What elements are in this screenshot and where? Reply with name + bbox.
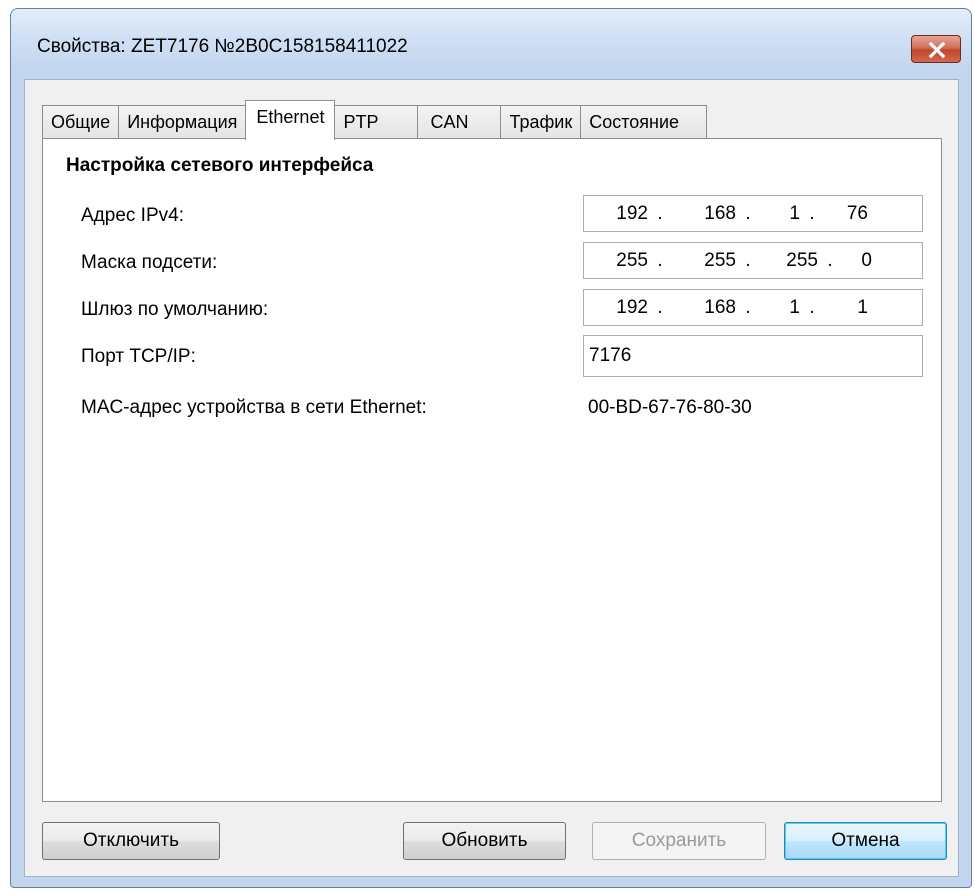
octet-separator: . xyxy=(809,296,815,318)
gateway-octet[interactable]: 192 xyxy=(584,297,648,319)
disconnect-button[interactable]: Отключить xyxy=(42,822,220,860)
ipv4-address-field[interactable]: 192 . 168 . 1 . 76 xyxy=(583,195,923,232)
mac-address-label: MAC-адрес устройства в сети Ethernet: xyxy=(81,397,427,418)
ipv4-octet[interactable]: 1 xyxy=(760,203,800,225)
tcp-port-input[interactable]: 7176 xyxy=(583,335,923,377)
gateway-label: Шлюз по умолчанию: xyxy=(81,299,269,320)
gateway-octet[interactable]: 168 xyxy=(672,297,736,319)
octet-separator: . xyxy=(657,249,663,271)
octet-separator: . xyxy=(657,202,663,224)
subnet-mask-label: Маска подсети: xyxy=(81,252,218,273)
tab-status[interactable]: Состояние xyxy=(580,105,708,139)
properties-dialog: Свойства: ZET7176 №2B0C158158411022 Общи… xyxy=(10,8,972,888)
close-button[interactable] xyxy=(911,35,961,63)
octet-separator: . xyxy=(745,249,751,271)
tab-general[interactable]: Общие xyxy=(42,105,120,139)
tab-can[interactable]: CAN xyxy=(417,105,502,139)
tab-label: Общие xyxy=(51,112,111,132)
mask-octet[interactable]: 255 xyxy=(760,250,818,272)
tab-label: PTP xyxy=(343,112,379,132)
title-bar[interactable]: Свойства: ZET7176 №2B0C158158411022 xyxy=(11,9,971,71)
close-icon xyxy=(928,42,946,58)
octet-separator: . xyxy=(745,296,751,318)
octet-separator: . xyxy=(809,202,815,224)
tab-strip: Общие Информация Ethernet PTP CAN Трафик… xyxy=(42,100,708,140)
ethernet-panel: Настройка сетевого интерфейса Адрес IPv4… xyxy=(42,138,942,802)
default-gateway-field[interactable]: 192 . 168 . 1 . 1 xyxy=(583,289,923,326)
subnet-mask-field[interactable]: 255 . 255 . 255 . 0 xyxy=(583,242,923,279)
mask-octet[interactable]: 255 xyxy=(672,250,736,272)
octet-separator: . xyxy=(827,249,833,271)
octet-separator: . xyxy=(745,202,751,224)
tcp-port-label: Порт TCP/IP: xyxy=(81,346,196,367)
tab-label: Трафик xyxy=(509,112,573,132)
tab-ethernet[interactable]: Ethernet xyxy=(245,100,336,140)
cancel-button[interactable]: Отмена xyxy=(784,822,947,860)
window-title: Свойства: ZET7176 №2B0C158158411022 xyxy=(37,36,408,57)
gateway-octet[interactable]: 1 xyxy=(760,297,800,319)
tab-information[interactable]: Информация xyxy=(118,105,247,139)
tab-ptp[interactable]: PTP xyxy=(334,105,419,139)
tab-label: Состояние xyxy=(589,112,680,132)
mac-address-value: 00-BD-67-76-80-30 xyxy=(588,397,752,418)
dialog-client-area: Общие Информация Ethernet PTP CAN Трафик… xyxy=(24,79,959,877)
ipv4-label: Адрес IPv4: xyxy=(81,205,184,226)
tab-label: Ethernet xyxy=(256,107,325,127)
tab-label: CAN xyxy=(430,112,469,132)
gateway-octet[interactable]: 1 xyxy=(824,297,868,319)
octet-separator: . xyxy=(657,296,663,318)
refresh-button[interactable]: Обновить xyxy=(403,822,566,860)
save-button[interactable]: Сохранить xyxy=(592,822,766,860)
ipv4-octet[interactable]: 192 xyxy=(584,203,648,225)
mask-octet[interactable]: 0 xyxy=(842,250,872,272)
ipv4-octet[interactable]: 76 xyxy=(824,203,868,225)
tab-traffic[interactable]: Трафик xyxy=(500,105,582,139)
section-title: Настройка сетевого интерфейса xyxy=(66,155,374,176)
mask-octet[interactable]: 255 xyxy=(584,250,648,272)
tab-label: Информация xyxy=(127,112,238,132)
ipv4-octet[interactable]: 168 xyxy=(672,203,736,225)
